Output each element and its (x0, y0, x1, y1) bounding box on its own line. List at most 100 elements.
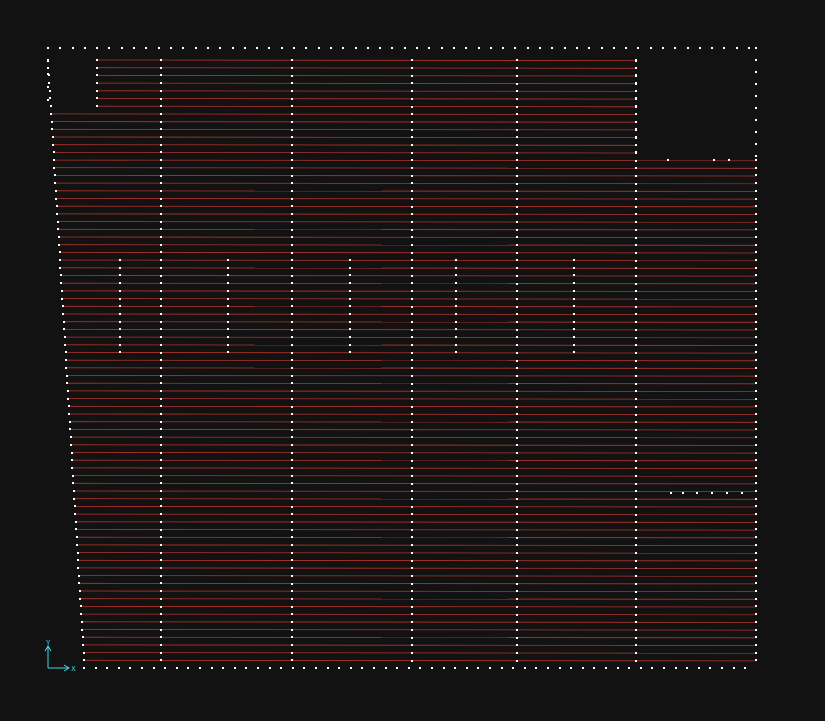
hatch-line[interactable] (74, 498, 757, 500)
hatch-line[interactable] (80, 598, 757, 600)
hatch-line[interactable] (76, 536, 757, 539)
point-marker (411, 152, 413, 154)
hatch-line[interactable] (71, 452, 757, 454)
point-marker (59, 251, 61, 253)
hatch-line[interactable] (70, 428, 757, 431)
hatch-line[interactable] (96, 90, 637, 92)
hatch-line[interactable] (83, 659, 757, 662)
point-marker (70, 436, 72, 438)
hatch-line[interactable] (73, 490, 757, 493)
hatch-line[interactable] (96, 59, 637, 61)
hatch-line[interactable] (79, 582, 757, 585)
hatch-line[interactable] (61, 290, 757, 292)
point-marker (58, 236, 60, 238)
drawing-canvas[interactable]: Y X (0, 0, 825, 721)
hatch-line[interactable] (71, 444, 757, 446)
hatch-line[interactable] (58, 228, 757, 231)
point-marker (755, 155, 757, 157)
hatch-line[interactable] (53, 159, 757, 162)
point-marker (516, 506, 518, 508)
hatch-line[interactable] (59, 251, 757, 254)
hatch-line[interactable] (96, 82, 637, 85)
hatch-line[interactable] (65, 344, 757, 346)
hatch-line[interactable] (77, 552, 757, 554)
point-marker (119, 336, 121, 338)
hatch-line[interactable] (71, 459, 757, 462)
point-marker (160, 390, 162, 392)
point-marker (411, 652, 413, 654)
hatch-line[interactable] (64, 336, 757, 339)
hatch-line[interactable] (65, 352, 757, 354)
hatch-line[interactable] (51, 113, 637, 115)
hatch-line[interactable] (75, 521, 757, 523)
point-marker (160, 221, 162, 223)
hatch-line[interactable] (79, 590, 757, 592)
hatch-line[interactable] (81, 613, 757, 616)
hatch-line[interactable] (70, 436, 757, 439)
hatch-line[interactable] (60, 275, 757, 277)
hatch-line[interactable] (76, 529, 757, 531)
hatch-line[interactable] (59, 244, 757, 246)
hatch-line[interactable] (54, 167, 757, 169)
hatch-line[interactable] (78, 575, 757, 577)
hatch-line[interactable] (72, 475, 757, 477)
hatch-line[interactable] (53, 151, 637, 154)
hatch-line[interactable] (72, 467, 757, 469)
point-marker (160, 452, 162, 454)
hatch-line[interactable] (57, 221, 757, 223)
point-marker (635, 591, 637, 593)
hatch-line[interactable] (83, 644, 757, 646)
hatch-line[interactable] (64, 328, 757, 331)
point-marker (160, 128, 162, 130)
hatch-line[interactable] (58, 236, 757, 239)
hatch-line[interactable] (80, 606, 757, 608)
point-marker (516, 336, 518, 338)
hatch-line[interactable] (62, 298, 757, 300)
point-marker (160, 382, 162, 384)
hatch-line[interactable] (61, 282, 757, 285)
hatch-line[interactable] (81, 621, 757, 623)
hatch-line[interactable] (74, 505, 757, 508)
point-marker (635, 106, 637, 108)
hatch-line[interactable] (77, 559, 757, 562)
point-marker (755, 131, 757, 133)
hatch-line[interactable] (96, 98, 637, 100)
cad-viewport[interactable]: Y X (0, 0, 825, 721)
hatch-line[interactable] (60, 267, 757, 269)
hatch-line[interactable] (77, 544, 757, 546)
point-marker (52, 144, 54, 146)
point-marker (55, 190, 57, 192)
point-marker (385, 667, 387, 669)
hatch-line[interactable] (51, 121, 637, 123)
point-marker (443, 667, 445, 669)
hatch-line[interactable] (96, 67, 637, 69)
point-marker (245, 667, 247, 669)
point-marker (635, 498, 637, 500)
point-marker (411, 544, 413, 546)
hatch-line[interactable] (57, 213, 757, 215)
point-marker (755, 267, 757, 269)
hatch-line[interactable] (82, 629, 757, 631)
hatch-line[interactable] (75, 513, 757, 516)
point-marker (291, 313, 293, 315)
point-marker (219, 47, 221, 49)
point-marker (635, 198, 637, 200)
hatch-line[interactable] (53, 144, 637, 146)
point-marker (315, 667, 317, 669)
hatch-line[interactable] (83, 652, 757, 654)
hatch-line[interactable] (63, 321, 757, 323)
hatch-line[interactable] (96, 75, 637, 77)
point-marker (755, 467, 757, 469)
hatch-line[interactable] (63, 313, 757, 316)
hatch-line[interactable] (82, 636, 757, 639)
hatch-line[interactable] (52, 136, 637, 139)
point-marker (516, 406, 518, 408)
hatch-line[interactable] (78, 567, 757, 569)
point-marker (635, 290, 637, 292)
hatch-line[interactable] (52, 128, 637, 131)
hatch-line[interactable] (62, 305, 757, 308)
point-marker (57, 221, 59, 223)
hatch-line[interactable] (59, 259, 757, 262)
hatch-line[interactable] (96, 105, 637, 108)
hatch-line[interactable] (73, 482, 757, 485)
